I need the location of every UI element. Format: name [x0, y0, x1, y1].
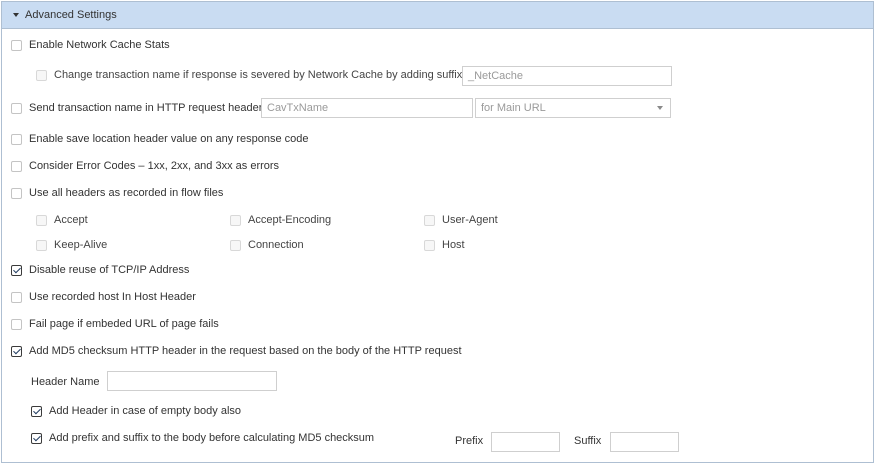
accept-checkbox[interactable] [36, 214, 47, 226]
accept-label: Accept [54, 214, 88, 226]
section-header[interactable]: Advanced Settings [2, 2, 873, 29]
fail-page-label: Fail page if embeded URL of page fails [29, 318, 219, 330]
prefix-suffix-label: Add prefix and suffix to the body before… [49, 432, 375, 444]
netcache-suffix-input[interactable]: _NetCache [462, 66, 672, 86]
keep-alive-checkbox[interactable] [36, 239, 47, 251]
md5-label: Add MD5 checksum HTTP header in the requ… [29, 345, 462, 357]
send-tx-checkbox[interactable] [11, 102, 22, 114]
md5-option[interactable]: Add MD5 checksum HTTP header in the requ… [11, 344, 462, 358]
empty-body-label: Add Header in case of empty body also [49, 405, 242, 417]
save-location-label: Enable save location header value on any… [29, 133, 309, 145]
header-name-input[interactable] [107, 371, 277, 391]
host-header-checkbox[interactable] [11, 291, 22, 303]
prefix-suffix-checkbox[interactable] [31, 432, 42, 444]
all-headers-label: Use all headers as recorded in flow file… [29, 187, 224, 199]
header-option-keep-alive[interactable]: Keep-Alive [36, 238, 107, 252]
keep-alive-label: Keep-Alive [54, 239, 108, 251]
send-tx-label: Send transaction name in HTTP request he… [29, 102, 263, 114]
network-cache-checkbox[interactable] [11, 39, 22, 51]
change-name-option[interactable]: Change transaction name if response is s… [36, 68, 462, 82]
prefix-input[interactable] [491, 432, 560, 452]
save-location-option[interactable]: Enable save location header value on any… [11, 132, 308, 146]
tcp-reuse-checkbox[interactable] [11, 264, 22, 276]
network-cache-option[interactable]: Enable Network Cache Stats [11, 38, 170, 52]
error-codes-label: Consider Error Codes – 1xx, 2xx, and 3xx… [29, 160, 280, 172]
accept-encoding-label: Accept-Encoding [248, 214, 332, 226]
header-option-user-agent[interactable]: User-Agent [424, 213, 498, 227]
prefix-label: Prefix [455, 435, 484, 447]
header-option-accept-encoding[interactable]: Accept-Encoding [230, 213, 331, 227]
change-name-checkbox[interactable] [36, 69, 47, 81]
connection-label: Connection [248, 239, 304, 251]
send-tx-option[interactable]: Send transaction name in HTTP request he… [11, 101, 262, 115]
url-type-select[interactable]: for Main URL [475, 98, 671, 118]
user-agent-label: User-Agent [442, 214, 498, 226]
change-name-label: Change transaction name if response is s… [54, 69, 463, 81]
all-headers-option[interactable]: Use all headers as recorded in flow file… [11, 186, 223, 200]
header-name-label: Header Name [31, 376, 100, 388]
host-header-option[interactable]: Use recorded host In Host Header [11, 290, 196, 304]
all-headers-checkbox[interactable] [11, 187, 22, 199]
accept-encoding-checkbox[interactable] [230, 214, 241, 226]
section-title: Advanced Settings [25, 9, 117, 21]
save-location-checkbox[interactable] [11, 133, 22, 145]
tcp-reuse-label: Disable reuse of TCP/IP Address [29, 264, 190, 276]
header-option-accept[interactable]: Accept [36, 213, 88, 227]
host-header-label: Use recorded host In Host Header [29, 291, 196, 303]
empty-body-checkbox[interactable] [31, 405, 42, 417]
dropdown-arrow-icon[interactable] [657, 106, 663, 110]
fail-page-option[interactable]: Fail page if embeded URL of page fails [11, 317, 219, 331]
fail-page-checkbox[interactable] [11, 318, 22, 330]
suffix-label: Suffix [574, 435, 602, 447]
network-cache-label: Enable Network Cache Stats [29, 39, 170, 51]
tx-header-input[interactable]: CavTxName [261, 98, 473, 118]
header-option-host[interactable]: Host [424, 238, 465, 252]
connection-checkbox[interactable] [230, 239, 241, 251]
empty-body-option[interactable]: Add Header in case of empty body also [31, 404, 241, 418]
user-agent-checkbox[interactable] [424, 214, 435, 226]
url-type-value: for Main URL [481, 102, 546, 114]
tcp-reuse-option[interactable]: Disable reuse of TCP/IP Address [11, 263, 189, 277]
error-codes-option[interactable]: Consider Error Codes – 1xx, 2xx, and 3xx… [11, 159, 279, 173]
suffix-input[interactable] [610, 432, 679, 452]
error-codes-checkbox[interactable] [11, 160, 22, 172]
prefix-suffix-option[interactable]: Add prefix and suffix to the body before… [31, 431, 374, 445]
host-checkbox[interactable] [424, 239, 435, 251]
header-option-connection[interactable]: Connection [230, 238, 304, 252]
host-label: Host [442, 239, 465, 251]
caret-down-icon[interactable] [13, 13, 19, 17]
md5-checkbox[interactable] [11, 345, 22, 357]
